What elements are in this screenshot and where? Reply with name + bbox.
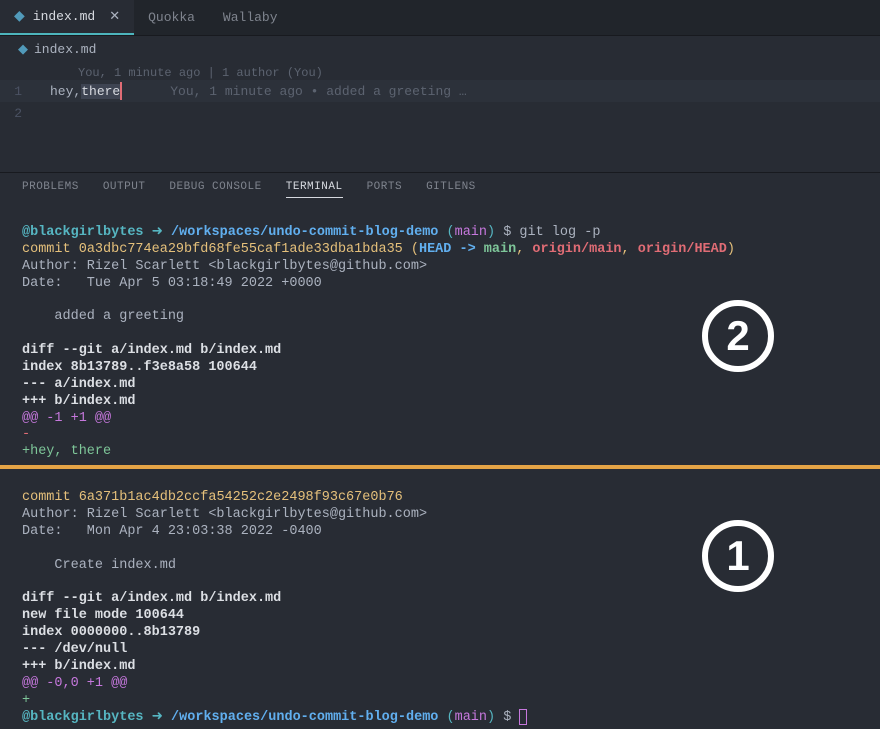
refs-paren: )	[727, 242, 735, 257]
panel-tab-debug-console[interactable]: DEBUG CONSOLE	[169, 181, 261, 198]
diff-minus-file: --- /dev/null	[22, 642, 127, 657]
commit-label: commit	[22, 490, 79, 505]
ref-sep: ,	[622, 242, 638, 257]
diff-added: +	[22, 693, 30, 708]
prompt-paren: (	[438, 225, 454, 240]
tab-label: index.md	[33, 9, 95, 24]
diff-index: index 0000000..8b13789	[22, 625, 200, 640]
panel-tab-output[interactable]: OUTPUT	[103, 181, 146, 198]
editor-area[interactable]: You, 1 minute ago | 1 author (You) 1 hey…	[0, 62, 880, 172]
editor-line-2[interactable]: 2	[0, 102, 880, 124]
tab-quokka[interactable]: Quokka	[134, 0, 209, 35]
tab-label: Wallaby	[223, 10, 278, 25]
commit-message: added a greeting	[22, 309, 184, 324]
diff-mode: new file mode 100644	[22, 608, 184, 623]
tab-wallaby[interactable]: Wallaby	[209, 0, 292, 35]
diff-header: diff --git a/index.md b/index.md	[22, 343, 281, 358]
editor-selection: there	[81, 84, 120, 99]
ref-sep: ,	[516, 242, 532, 257]
line-number: 2	[0, 106, 50, 121]
terminal-output-continued[interactable]: commit 6a371b1ac4db2ccfa54252c2e2498f93c…	[0, 471, 880, 729]
panel-tab-bar: PROBLEMS OUTPUT DEBUG CONSOLE TERMINAL P…	[0, 173, 880, 206]
diff-hunk: @@ -1 +1 @@	[22, 411, 111, 426]
commit-date: Date: Mon Apr 4 23:03:38 2022 -0400	[22, 524, 322, 539]
panel-tab-problems[interactable]: PROBLEMS	[22, 181, 79, 198]
prompt-user: @blackgirlbytes	[22, 225, 144, 240]
diff-header: diff --git a/index.md b/index.md	[22, 591, 281, 606]
diff-index: index 8b13789..f3e8a58 100644	[22, 360, 257, 375]
breadcrumb-filename: index.md	[34, 42, 96, 57]
prompt-branch: main	[455, 225, 487, 240]
prompt-dollar: $	[503, 225, 519, 240]
prompt-arrow: ➜	[144, 225, 172, 240]
diff-minus-file: --- a/index.md	[22, 377, 135, 392]
prompt-user: @blackgirlbytes	[22, 710, 144, 725]
blame-header: You, 1 minute ago | 1 author (You)	[0, 66, 880, 80]
annotation-circle-1: 1	[702, 520, 774, 592]
terminal-command: git log -p	[519, 225, 600, 240]
close-icon[interactable]: ✕	[109, 9, 120, 24]
prompt-arrow: ➜	[144, 710, 172, 725]
editor-cursor	[120, 82, 122, 100]
prompt-paren: )	[487, 225, 503, 240]
panel-tab-terminal[interactable]: TERMINAL	[286, 181, 343, 198]
annotation-divider	[0, 465, 880, 469]
commit-author: Author: Rizel Scarlett <blackgirlbytes@g…	[22, 507, 427, 522]
breadcrumb: ◆ index.md	[0, 36, 880, 62]
commit-author: Author: Rizel Scarlett <blackgirlbytes@g…	[22, 259, 427, 274]
tab-bar: ◆ index.md ✕ Quokka Wallaby	[0, 0, 880, 36]
prompt-paren: (	[438, 710, 454, 725]
diff-removed: -	[22, 427, 30, 442]
panel-tab-gitlens[interactable]: GITLENS	[426, 181, 476, 198]
diff-plus-file: +++ b/index.md	[22, 394, 135, 409]
tab-label: Quokka	[148, 10, 195, 25]
diff-plus-file: +++ b/index.md	[22, 659, 135, 674]
refs-paren: (	[403, 242, 419, 257]
prompt-dollar: $	[503, 710, 519, 725]
commit-label: commit	[22, 242, 79, 257]
diff-added: +hey, there	[22, 444, 111, 459]
commit-hash: 6a371b1ac4db2ccfa54252c2e2498f93c67e0b76	[79, 490, 403, 505]
head-ref: HEAD ->	[419, 242, 484, 257]
markdown-icon: ◆	[14, 8, 25, 25]
commit-hash: 0a3dbc774ea29bfd68fe55caf1ade33dba1bda35	[79, 242, 403, 257]
remote-ref: origin/HEAD	[638, 242, 727, 257]
branch-ref: main	[484, 242, 516, 257]
editor-text: hey,	[50, 84, 81, 99]
line-number: 1	[0, 84, 50, 99]
prompt-branch: main	[455, 710, 487, 725]
commit-message: Create index.md	[22, 558, 176, 573]
remote-ref: origin/main	[532, 242, 621, 257]
commit-date: Date: Tue Apr 5 03:18:49 2022 +0000	[22, 276, 322, 291]
bottom-panel: PROBLEMS OUTPUT DEBUG CONSOLE TERMINAL P…	[0, 172, 880, 729]
inline-blame: You, 1 minute ago • added a greeting …	[170, 84, 466, 99]
prompt-path: /workspaces/undo-commit-blog-demo	[171, 225, 438, 240]
diff-hunk: @@ -0,0 +1 @@	[22, 676, 127, 691]
editor-line-1[interactable]: 1 hey, there You, 1 minute ago • added a…	[0, 80, 880, 102]
prompt-path: /workspaces/undo-commit-blog-demo	[171, 710, 438, 725]
markdown-icon: ◆	[18, 42, 28, 57]
tab-index-md[interactable]: ◆ index.md ✕	[0, 0, 134, 35]
panel-tab-ports[interactable]: PORTS	[367, 181, 403, 198]
annotation-circle-2: 2	[702, 300, 774, 372]
prompt-paren: )	[487, 710, 503, 725]
